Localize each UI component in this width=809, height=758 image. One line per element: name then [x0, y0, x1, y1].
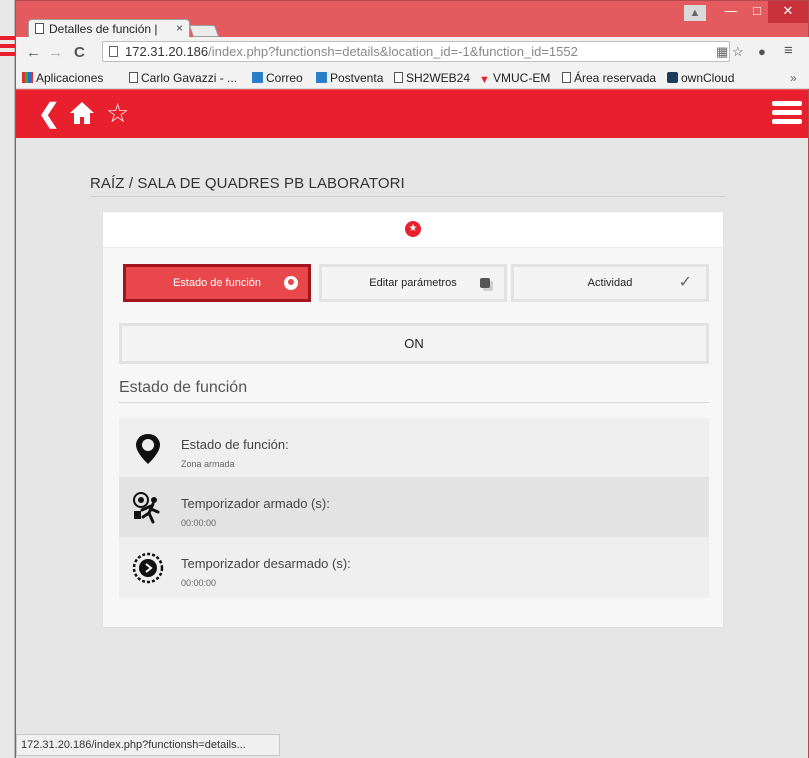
bookmark-item[interactable]: ▼ VMUC-EM — [479, 71, 550, 86]
row-value: Zona armada — [181, 459, 235, 469]
favorite-star-icon[interactable]: ☆ — [106, 99, 129, 127]
title-bar: Detalles de función | × ▲ — □ ✕ — [16, 1, 809, 37]
tab-estado-funcion[interactable]: Estado de función — [123, 264, 311, 302]
divider — [119, 402, 709, 403]
extension-icon[interactable]: ● — [758, 44, 766, 59]
reload-icon[interactable]: C — [74, 44, 85, 61]
favorite-star-badge-icon[interactable]: ★ — [405, 221, 421, 237]
bookmark-label: VMUC-EM — [493, 71, 551, 85]
state-toggle-button[interactable]: ON — [119, 323, 709, 364]
edit-square-icon — [480, 278, 490, 288]
strip-bar — [0, 52, 15, 56]
tab-label: Estado de función — [172, 277, 262, 289]
bookmark-label: SH2WEB24 — [406, 71, 471, 85]
tab-label: Editar parámetros — [369, 277, 457, 289]
address-bar[interactable]: 172.31.20.186/index.php?functionsh=detai… — [102, 41, 730, 62]
browser-tab[interactable]: Detalles de función | × — [28, 19, 190, 37]
row-value: 00:00:00 — [181, 578, 217, 588]
bookmark-item[interactable]: Área reservada — [562, 71, 656, 85]
app-header: ❮ ☆ — [16, 90, 808, 138]
status-row: Temporizador armado (s): 00:00:00 — [119, 477, 709, 537]
bookmark-label: ownCloud — [681, 71, 735, 85]
apps-grid-icon — [22, 72, 33, 83]
hamburger-menu-icon[interactable] — [772, 101, 802, 128]
divider — [90, 196, 726, 197]
vmuc-icon: ▼ — [479, 74, 490, 86]
user-profile-icon[interactable]: ▲ — [684, 5, 706, 21]
row-label: Estado de función: — [181, 437, 289, 452]
bookmark-label: Correo — [266, 71, 303, 85]
bookmark-label: Área reservada — [574, 71, 657, 85]
page-icon — [109, 46, 118, 57]
strip-bar — [0, 44, 15, 48]
web-page: ❮ ☆ RAÍZ / SALA DE QUADRES PB LABORATORI… — [16, 90, 808, 758]
bookmark-item[interactable]: SH2WEB24 — [394, 71, 470, 85]
row-label: Temporizador desarmado (s): — [181, 556, 351, 571]
bookmark-label: Aplicaciones — [36, 71, 104, 85]
forward-arrow-icon[interactable]: → — [48, 44, 63, 61]
translate-icon[interactable]: ▦ — [716, 44, 728, 60]
page-icon — [562, 72, 571, 83]
bookmark-star-icon[interactable]: ☆ — [732, 44, 744, 60]
chrome-menu-icon[interactable]: ≡ — [784, 42, 793, 59]
desktop-side-strip — [0, 0, 15, 758]
bookmarks-more-button[interactable]: » — [790, 71, 797, 85]
url-host: 172.31.20.186 — [125, 44, 209, 59]
location-pin-icon — [284, 276, 298, 290]
status-bar-url: 172.31.20.186/index.php?functionsh=detai… — [16, 734, 280, 756]
new-tab-button[interactable] — [188, 25, 220, 37]
bookmark-item[interactable]: ownCloud — [667, 71, 734, 85]
bookmark-label: Postventa — [330, 71, 384, 85]
checkmark-icon: ✓ — [678, 274, 692, 291]
status-row: Estado de función: Zona armada — [119, 418, 709, 478]
tab-title: Detalles de función | — [49, 22, 158, 36]
page-icon — [129, 72, 138, 83]
breadcrumb: RAÍZ / SALA DE QUADRES PB LABORATORI — [90, 175, 405, 192]
armed-timer-icon — [131, 491, 165, 525]
location-pin-icon — [131, 432, 165, 466]
bookmark-item[interactable]: Carlo Gavazzi - ... — [129, 71, 237, 85]
back-arrow-icon[interactable]: ← — [26, 44, 41, 61]
close-window-button[interactable]: ✕ — [768, 1, 808, 23]
url-path: /index.php?functionsh=details&location_i… — [208, 44, 578, 59]
row-value: 00:00:00 — [181, 518, 217, 528]
status-row: Temporizador desarmado (s): 00:00:00 — [119, 537, 709, 598]
tab-close-icon[interactable]: × — [176, 21, 183, 35]
tab-editar-parametros[interactable]: Editar parámetros — [319, 264, 507, 302]
postventa-app-icon — [316, 72, 327, 83]
browser-toolbar: ← → C 172.31.20.186/index.php?functionsh… — [16, 37, 809, 67]
bookmark-item[interactable]: Correo — [252, 71, 303, 85]
page-icon — [394, 72, 403, 83]
row-label: Temporizador armado (s): — [181, 496, 330, 511]
card-header: ★ — [103, 212, 723, 248]
bookmark-label: Carlo Gavazzi - ... — [141, 71, 238, 85]
back-chevron-icon[interactable]: ❮ — [38, 99, 60, 127]
browser-window: Detalles de función | × ▲ — □ ✕ ← → C 17… — [15, 0, 809, 758]
tab-label: Actividad — [587, 277, 633, 289]
home-icon[interactable] — [68, 99, 96, 132]
mail-app-icon — [252, 72, 263, 83]
bookmark-item[interactable]: Aplicaciones — [22, 71, 103, 85]
bookmark-item[interactable]: Postventa — [316, 71, 383, 85]
tab-actividad[interactable]: Actividad ✓ — [511, 264, 709, 302]
strip-bar — [0, 36, 15, 40]
disarmed-timer-icon — [131, 551, 165, 585]
function-card: ★ Estado de función Editar parámetros Ac… — [102, 211, 724, 628]
owncloud-icon — [667, 72, 678, 83]
page-icon — [35, 23, 44, 34]
bookmarks-bar: Aplicaciones Carlo Gavazzi - ... Correo … — [16, 67, 809, 89]
section-title: Estado de función — [119, 379, 248, 396]
